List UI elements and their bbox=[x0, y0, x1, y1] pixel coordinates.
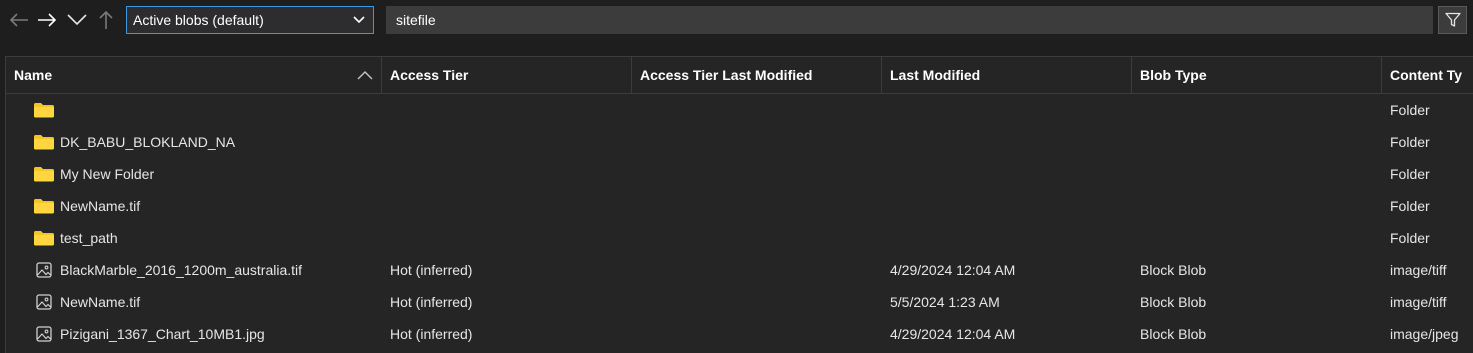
blob-type-cell: Block Blob bbox=[1140, 326, 1207, 342]
last-modified-cell bbox=[882, 94, 1132, 126]
table-header: Name Access Tier Access Tier Last Modifi… bbox=[6, 57, 1473, 94]
blob-type-cell bbox=[1132, 222, 1382, 254]
chevron-up-icon bbox=[357, 71, 373, 80]
content-type-cell: Folder bbox=[1390, 198, 1430, 214]
last-modified-cell bbox=[882, 158, 1132, 190]
table-row[interactable]: DK_BABU_BLOKLAND_NA Folder bbox=[6, 126, 1473, 158]
column-header-label: Access Tier bbox=[390, 67, 469, 83]
last-modified-cell bbox=[882, 222, 1132, 254]
content-type-cell: image/tiff bbox=[1390, 294, 1447, 310]
access-tier-last-modified-cell bbox=[632, 158, 882, 190]
name-cell: BlackMarble_2016_1200m_australia.tif bbox=[60, 262, 303, 278]
column-header-label: Name bbox=[14, 67, 53, 83]
blob-type-cell bbox=[1132, 126, 1382, 158]
column-header-label: Blob Type bbox=[1140, 67, 1207, 83]
chevron-down-icon bbox=[353, 16, 365, 24]
table-row[interactable]: Folder bbox=[6, 94, 1473, 126]
search-input-value: sitefile bbox=[396, 12, 436, 28]
last-modified-cell: 4/29/2024 12:04 AM bbox=[890, 262, 1016, 278]
name-cell bbox=[6, 94, 381, 126]
access-tier-last-modified-cell bbox=[632, 286, 882, 318]
access-tier-last-modified-cell bbox=[632, 222, 882, 254]
column-header-access-tier[interactable]: Access Tier bbox=[382, 57, 632, 93]
table-row[interactable]: My New Folder Folder bbox=[6, 158, 1473, 190]
table-row[interactable]: BlackMarble_2016_1200m_australia.tif Hot … bbox=[6, 254, 1473, 286]
last-modified-cell bbox=[882, 126, 1132, 158]
back-button[interactable] bbox=[8, 9, 30, 31]
column-header-content-type[interactable]: Content Ty bbox=[1382, 57, 1473, 93]
access-tier-last-modified-cell bbox=[632, 254, 882, 286]
column-header-label: Last Modified bbox=[890, 67, 981, 83]
column-header-label: Access Tier Last Modified bbox=[640, 67, 813, 83]
chevron-down-icon bbox=[67, 14, 87, 26]
table-row[interactable]: test_path Folder bbox=[6, 222, 1473, 254]
up-button[interactable] bbox=[95, 9, 117, 31]
name-cell: My New Folder bbox=[60, 166, 155, 182]
table-row[interactable]: Pizigani_1367_Chart_10MB1.jpg Hot (inferr… bbox=[6, 318, 1473, 350]
view-select[interactable]: Active blobs (default) bbox=[126, 6, 374, 34]
access-tier-cell bbox=[382, 222, 632, 254]
access-tier-last-modified-cell bbox=[632, 190, 882, 222]
content-type-cell: Folder bbox=[1390, 102, 1430, 118]
name-cell: test_path bbox=[60, 230, 118, 246]
last-modified-cell: 4/29/2024 12:04 AM bbox=[890, 326, 1016, 342]
blob-type-cell bbox=[1132, 158, 1382, 190]
column-header-blob-type[interactable]: Blob Type bbox=[1132, 57, 1382, 93]
content-type-cell: Folder bbox=[1390, 166, 1430, 182]
access-tier-cell bbox=[382, 158, 632, 190]
access-tier-last-modified-cell bbox=[632, 318, 882, 350]
access-tier-cell bbox=[382, 94, 632, 126]
access-tier-cell: Hot (inferred) bbox=[390, 294, 473, 310]
name-cell: NewName.tif bbox=[60, 294, 141, 310]
content-type-cell: Folder bbox=[1390, 230, 1430, 246]
blob-type-cell: Block Blob bbox=[1140, 262, 1207, 278]
column-header-label: Content Ty bbox=[1390, 67, 1463, 83]
expand-button[interactable] bbox=[66, 9, 88, 31]
access-tier-cell bbox=[382, 190, 632, 222]
table-row[interactable]: NewName.tif Hot (inferred) 5/5/2024 1:23 A… bbox=[6, 286, 1473, 318]
arrow-up-icon bbox=[99, 10, 113, 29]
blob-type-cell: Block Blob bbox=[1140, 294, 1207, 310]
access-tier-cell bbox=[382, 126, 632, 158]
toolbar: Active blobs (default) sitefile bbox=[0, 0, 1473, 42]
column-header-access-tier-last-modified[interactable]: Access Tier Last Modified bbox=[632, 57, 882, 93]
content-type-cell: Folder bbox=[1390, 134, 1430, 150]
name-cell: Pizigani_1367_Chart_10MB1.jpg bbox=[60, 326, 265, 342]
name-cell: NewName.tif bbox=[60, 198, 141, 214]
access-tier-last-modified-cell bbox=[632, 126, 882, 158]
column-header-last-modified[interactable]: Last Modified bbox=[882, 57, 1132, 93]
arrow-left-icon bbox=[9, 13, 28, 27]
search-input[interactable]: sitefile bbox=[386, 6, 1433, 34]
filter-button[interactable] bbox=[1438, 6, 1467, 34]
table-row[interactable]: NewName.tif Folder bbox=[6, 190, 1473, 222]
blob-type-cell bbox=[1132, 190, 1382, 222]
column-header-name[interactable]: Name bbox=[6, 57, 382, 93]
access-tier-cell: Hot (inferred) bbox=[390, 262, 473, 278]
access-tier-last-modified-cell bbox=[632, 94, 882, 126]
access-tier-cell: Hot (inferred) bbox=[390, 326, 473, 342]
content-type-cell: image/jpeg bbox=[1390, 326, 1459, 342]
view-select-value: Active blobs (default) bbox=[133, 12, 264, 28]
filter-icon bbox=[1444, 12, 1461, 27]
forward-button[interactable] bbox=[36, 9, 58, 31]
blob-type-cell bbox=[1132, 94, 1382, 126]
last-modified-cell bbox=[882, 190, 1132, 222]
name-cell: DK_BABU_BLOKLAND_NA bbox=[60, 134, 236, 150]
content-type-cell: image/tiff bbox=[1390, 262, 1447, 278]
arrow-right-icon bbox=[38, 13, 57, 27]
last-modified-cell: 5/5/2024 1:23 AM bbox=[890, 294, 1000, 310]
blob-table: Name Access Tier Access Tier Last Modifi… bbox=[5, 56, 1473, 353]
